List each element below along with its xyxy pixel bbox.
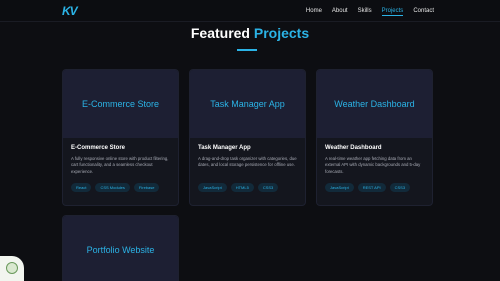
project-thumbnail: E-Commerce Store (63, 70, 178, 138)
tech-tag: JavaScript (198, 183, 227, 192)
corner-badge[interactable] (0, 256, 24, 281)
section-title-main: Featured (190, 25, 250, 41)
section-title: Featured Projects (0, 25, 500, 41)
tech-tag: HTML5 (230, 183, 254, 192)
tag-list: React CSS Modules Firebase (71, 183, 170, 192)
tag-list: JavaScript REST API CSS3 (325, 183, 424, 192)
tech-tag: Firebase (133, 183, 160, 192)
project-card-task-manager[interactable]: Task Manager App Task Manager App A drag… (189, 69, 306, 206)
project-title: E-Commerce Store (71, 145, 126, 151)
tag-list: JavaScript HTML5 CSS3 (198, 183, 297, 192)
nav-link-skills[interactable]: Skills (358, 6, 372, 16)
section-title-accent: Projects (253, 25, 310, 41)
project-card-weather[interactable]: Weather Dashboard Weather Dashboard A re… (316, 69, 433, 206)
project-thumbnail: Weather Dashboard (317, 70, 432, 138)
thumbnail-label: Weather Dashboard (334, 99, 415, 109)
thumbnail-label: Task Manager App (210, 99, 285, 109)
nav-link-home[interactable]: Home (306, 6, 322, 16)
project-card-ecommerce[interactable]: E-Commerce Store E-Commerce Store A full… (62, 69, 179, 206)
project-description: A drag-and-drop task organizer with cate… (198, 156, 297, 168)
tech-tag: REST API (357, 183, 386, 192)
nav-link-contact[interactable]: Contact (413, 6, 434, 16)
title-underline (237, 49, 257, 51)
nav-links: Home About Skills Projects Contact (306, 0, 434, 22)
tech-tag: CSS3 (389, 183, 411, 192)
tech-tag: CSS3 (257, 183, 279, 192)
nav-link-about[interactable]: About (332, 6, 348, 16)
project-title: Weather Dashboard (325, 145, 382, 151)
project-card-portfolio[interactable]: Portfolio Website (62, 215, 179, 281)
project-thumbnail: Portfolio Website (63, 216, 178, 281)
project-description: A fully responsive online store with pro… (71, 156, 169, 174)
project-thumbnail: Task Manager App (190, 70, 305, 138)
top-navbar: KV Home About Skills Projects Contact (0, 0, 500, 22)
tech-tag: JavaScript (325, 183, 354, 192)
project-description: A real-time weather app fetching data fr… (325, 156, 421, 174)
tech-tag: React (71, 183, 92, 192)
tech-tag: CSS Modules (95, 183, 130, 192)
brand-logo[interactable]: KV (62, 4, 78, 18)
nav-link-projects[interactable]: Projects (381, 6, 403, 16)
thumbnail-label: Portfolio Website (86, 245, 155, 255)
project-title: Task Manager App (198, 145, 251, 151)
badge-logo-icon (6, 262, 18, 274)
thumbnail-label: E-Commerce Store (81, 99, 160, 109)
